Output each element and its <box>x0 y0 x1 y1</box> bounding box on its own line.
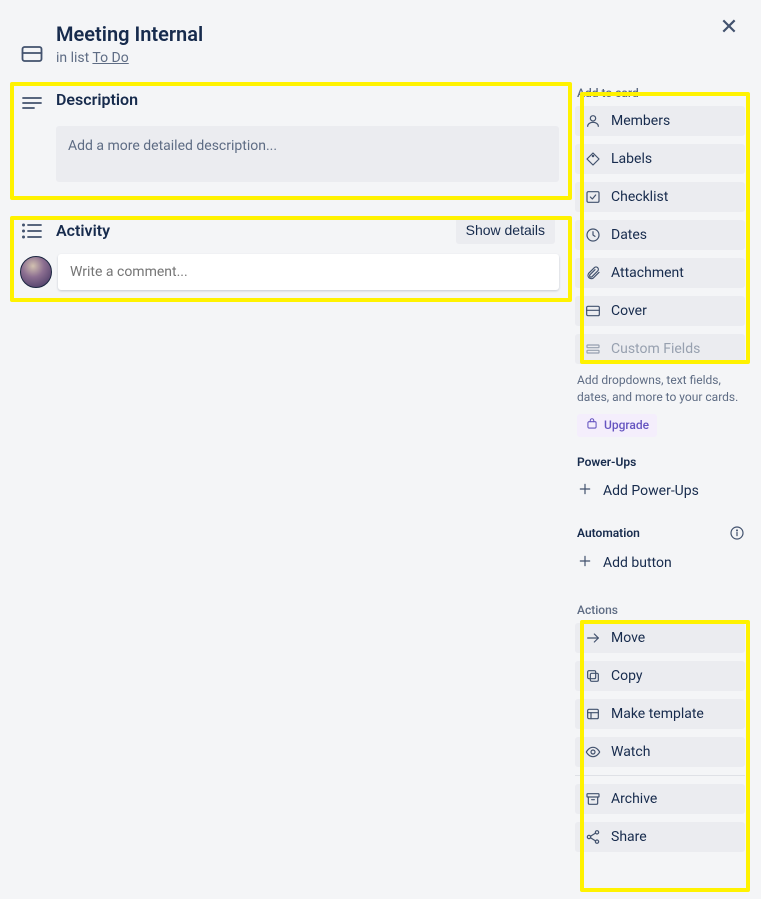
add-powerups-button[interactable]: Add Power-Ups <box>575 475 745 507</box>
move-button[interactable]: Move <box>575 623 745 653</box>
attachment-icon <box>585 265 601 281</box>
cover-button[interactable]: Cover <box>575 296 745 326</box>
move-label: Move <box>611 630 645 646</box>
attachment-label: Attachment <box>611 265 684 281</box>
make-template-button[interactable]: Make template <box>575 699 745 729</box>
upgrade-label: Upgrade <box>604 418 649 432</box>
template-icon <box>585 706 601 722</box>
plus-icon <box>577 481 593 501</box>
labels-button[interactable]: Labels <box>575 144 745 174</box>
labels-icon <box>585 151 601 167</box>
checklist-button[interactable]: Checklist <box>575 182 745 212</box>
add-automation-button[interactable]: Add button <box>575 547 745 579</box>
checklist-label: Checklist <box>611 189 668 205</box>
archive-button[interactable]: Archive <box>575 784 745 814</box>
description-heading: Description <box>56 90 559 109</box>
custom-fields-icon <box>585 341 601 357</box>
copy-label: Copy <box>611 668 643 684</box>
members-icon <box>585 113 601 129</box>
custom-fields-label: Custom Fields <box>611 341 700 357</box>
archive-label: Archive <box>611 791 657 807</box>
card-title[interactable]: Meeting Internal <box>56 20 203 48</box>
plus-icon <box>577 553 593 573</box>
list-link[interactable]: To Do <box>92 50 128 66</box>
move-icon <box>585 630 601 646</box>
upgrade-icon <box>585 417 599 434</box>
copy-icon <box>585 668 601 684</box>
comment-input[interactable] <box>58 254 559 290</box>
custom-fields-hint: Add dropdowns, text fields, dates, and m… <box>577 372 745 406</box>
watch-button[interactable]: Watch <box>575 737 745 767</box>
add-button-label: Add button <box>603 555 672 571</box>
powerups-heading: Power-Ups <box>577 455 636 469</box>
watch-label: Watch <box>611 744 650 760</box>
dates-icon <box>585 227 601 243</box>
dates-label: Dates <box>611 227 647 243</box>
divider <box>575 775 745 776</box>
cover-label: Cover <box>611 303 647 319</box>
add-to-card-heading: Add to card <box>577 86 745 100</box>
automation-heading: Automation <box>577 526 640 540</box>
copy-button[interactable]: Copy <box>575 661 745 691</box>
archive-icon <box>585 791 601 807</box>
avatar[interactable] <box>20 256 52 288</box>
activity-heading: Activity <box>56 221 456 240</box>
share-button[interactable]: Share <box>575 822 745 852</box>
attachment-button[interactable]: Attachment <box>575 258 745 288</box>
custom-fields-button[interactable]: Custom Fields <box>575 334 745 364</box>
cover-icon <box>585 303 601 319</box>
close-button[interactable]: ✕ <box>713 12 745 44</box>
share-label: Share <box>611 829 647 845</box>
add-powerups-label: Add Power-Ups <box>603 483 699 499</box>
members-button[interactable]: Members <box>575 106 745 136</box>
actions-heading: Actions <box>577 603 745 617</box>
card-icon <box>20 20 44 82</box>
show-details-button[interactable]: Show details <box>456 216 555 244</box>
share-icon <box>585 829 601 845</box>
labels-label: Labels <box>611 151 652 167</box>
upgrade-button[interactable]: Upgrade <box>577 414 657 437</box>
description-input[interactable]: Add a more detailed description... <box>56 126 559 182</box>
activity-icon <box>20 217 44 243</box>
members-label: Members <box>611 113 670 129</box>
info-icon[interactable] <box>729 525 745 541</box>
card-list-location: in list To Do <box>56 50 203 66</box>
watch-icon <box>585 744 601 760</box>
make-template-label: Make template <box>611 706 704 722</box>
description-icon <box>20 90 44 116</box>
checklist-icon <box>585 189 601 205</box>
dates-button[interactable]: Dates <box>575 220 745 250</box>
